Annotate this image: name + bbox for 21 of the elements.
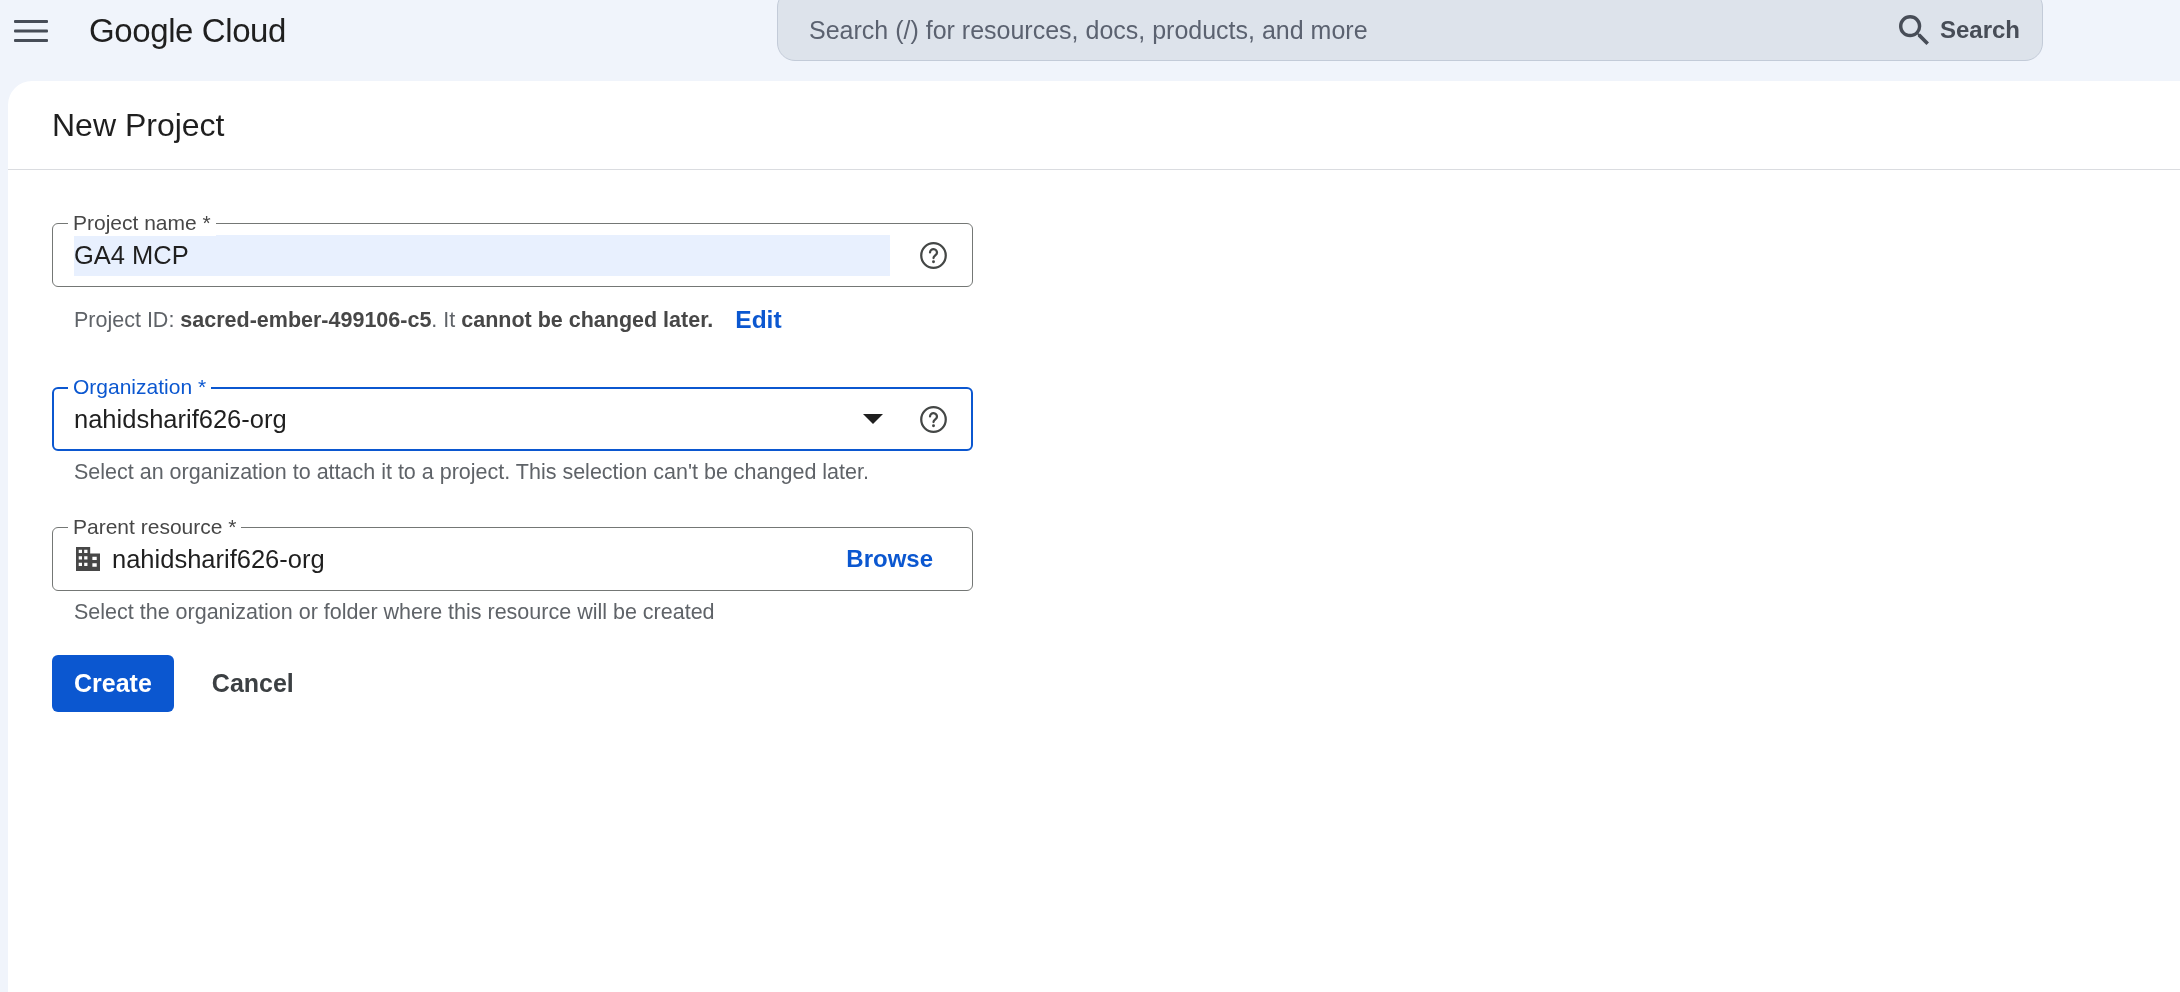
search-button[interactable]: Search xyxy=(1898,15,2020,45)
search-icon xyxy=(1898,15,1929,45)
help-icon[interactable] xyxy=(920,405,947,433)
search-bar[interactable]: Search (/) for resources, docs, products, and more Search xyxy=(777,0,2043,61)
helper-text: Select an organization to attach it to a project. This selection can't be changed later. xyxy=(74,459,869,485)
brand-name[interactable]: Google Cloud xyxy=(89,11,286,50)
field-value: GA4 MCP xyxy=(74,234,890,276)
page-title: New Project xyxy=(52,106,225,144)
building-icon xyxy=(76,547,100,571)
helper-text: Project ID: sacred-ember-499106-c5. It cannot be changed later. xyxy=(74,307,714,333)
browse-button[interactable]: Browse xyxy=(836,539,943,579)
help-icon[interactable] xyxy=(920,241,947,269)
search-input[interactable]: Search (/) for resources, docs, products, and more xyxy=(809,10,1899,50)
field-value: nahidsharif626-org xyxy=(74,403,288,435)
field-value: nahidsharif626-org xyxy=(112,543,326,575)
create-button[interactable]: Create xyxy=(52,655,174,712)
helper-text: Select the organization or folder where this resource will be created xyxy=(74,599,715,625)
caret-down-icon[interactable] xyxy=(863,414,883,424)
menu-icon[interactable] xyxy=(14,19,48,42)
cancel-button[interactable]: Cancel xyxy=(195,655,310,712)
edit-link[interactable]: Edit xyxy=(727,295,790,345)
